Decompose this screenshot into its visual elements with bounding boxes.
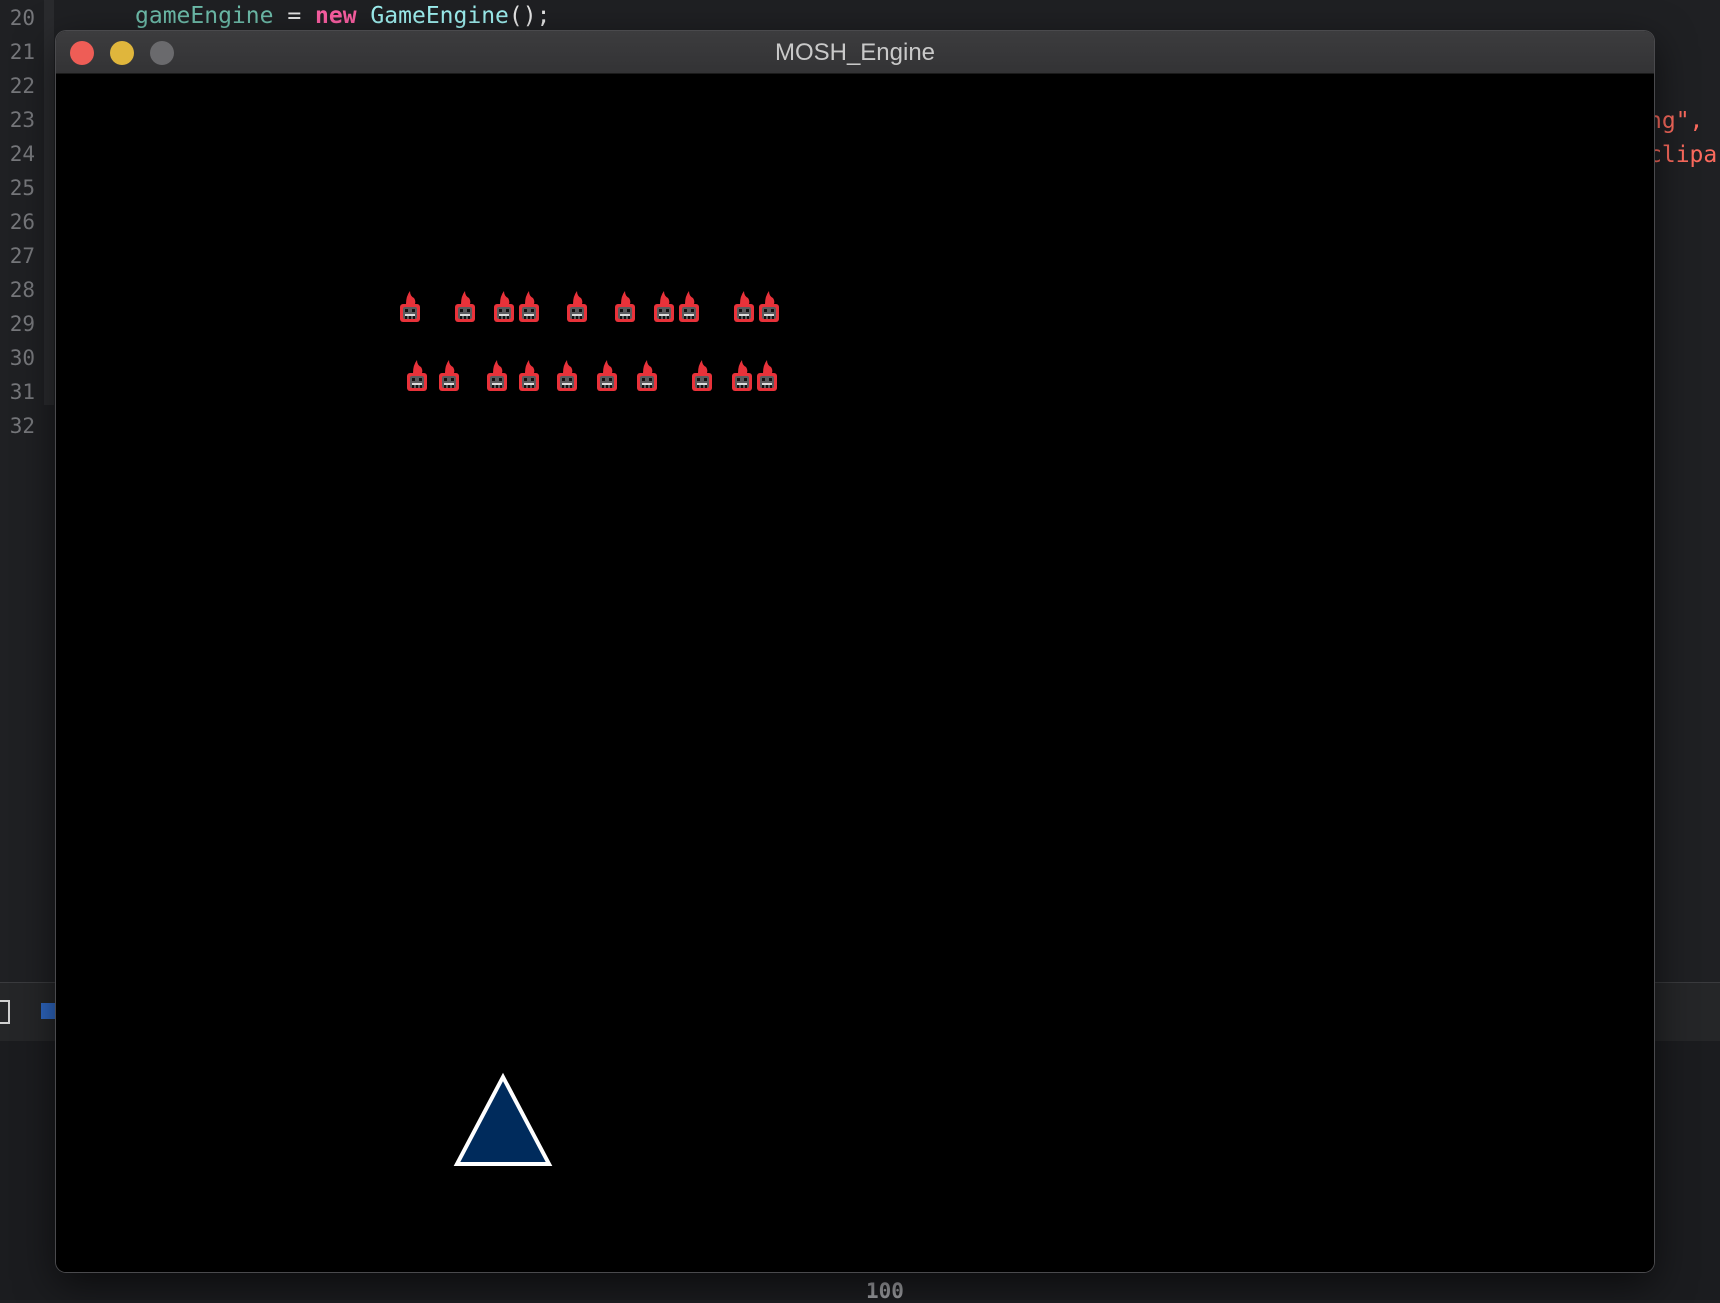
enemy-invader-icon <box>455 291 475 322</box>
line-number: 22 <box>9 74 35 98</box>
window-title: MOSH_Engine <box>774 39 936 66</box>
enemy-invader-icon <box>757 360 777 391</box>
line-number: 26 <box>9 210 35 234</box>
enemy-invader-icon <box>734 291 754 322</box>
enemy-invader-icon <box>400 291 420 322</box>
code-operator: = <box>273 3 316 29</box>
code-keyword: new <box>315 3 357 29</box>
line-number: 24 <box>9 142 35 166</box>
enemy-invader-icon <box>519 360 539 391</box>
game-window[interactable]: MOSH_Engine <box>56 31 1654 1272</box>
line-number: 20 <box>9 6 35 30</box>
line-number: 30 <box>9 346 35 370</box>
gutter-strip <box>44 0 54 405</box>
line-number: 21 <box>9 40 35 64</box>
line-number: 27 <box>9 244 35 268</box>
enemy-invader-icon <box>597 360 617 391</box>
game-scene[interactable] <box>56 74 1654 1272</box>
enemy-invader-icon <box>487 360 507 391</box>
code-fragment-line-24: clipa <box>1648 142 1718 168</box>
enemy-invader-icon <box>637 360 657 391</box>
enemy-invader-icon <box>679 291 699 322</box>
breakpoint-square-icon[interactable] <box>41 1003 57 1019</box>
enemy-invader-icon <box>557 360 577 391</box>
code-class: GameEngine <box>356 3 509 29</box>
code-variable: gameEngine <box>135 3 274 29</box>
editor-gutter: 20 21 22 23 24 25 26 27 28 29 30 31 32 <box>0 0 44 980</box>
enemy-invader-icon <box>692 360 712 391</box>
enemy-invader-icon <box>567 291 587 322</box>
line-number: 32 <box>9 414 35 438</box>
line-number: 28 <box>9 278 35 302</box>
enemy-invader-icon <box>732 360 752 391</box>
debug-toggle-icon[interactable] <box>0 1000 10 1024</box>
line-number: 31 <box>9 380 35 404</box>
enemy-invader-icon <box>654 291 674 322</box>
game-canvas[interactable] <box>56 74 1654 1272</box>
code-line-20[interactable]: gameEngine = new GameEngine(); <box>135 3 550 29</box>
window-titlebar[interactable]: MOSH_Engine <box>56 31 1654 74</box>
enemy-invader-icon <box>615 291 635 322</box>
code-punctuation: (); <box>508 3 551 29</box>
line-number: 23 <box>9 108 35 132</box>
code-fragment-line-23: ng", <box>1648 108 1704 134</box>
enemy-invader-icon <box>407 360 427 391</box>
enemy-invader-icon <box>494 291 514 322</box>
enemy-invader-icon <box>759 291 779 322</box>
line-number: 29 <box>9 312 35 336</box>
zoom-readout: 100 <box>866 1279 904 1303</box>
player-ship-icon[interactable] <box>453 1072 553 1166</box>
enemy-invader-icon <box>519 291 539 322</box>
enemy-formation <box>400 291 779 391</box>
line-number: 25 <box>9 176 35 200</box>
enemy-invader-icon <box>439 360 459 391</box>
